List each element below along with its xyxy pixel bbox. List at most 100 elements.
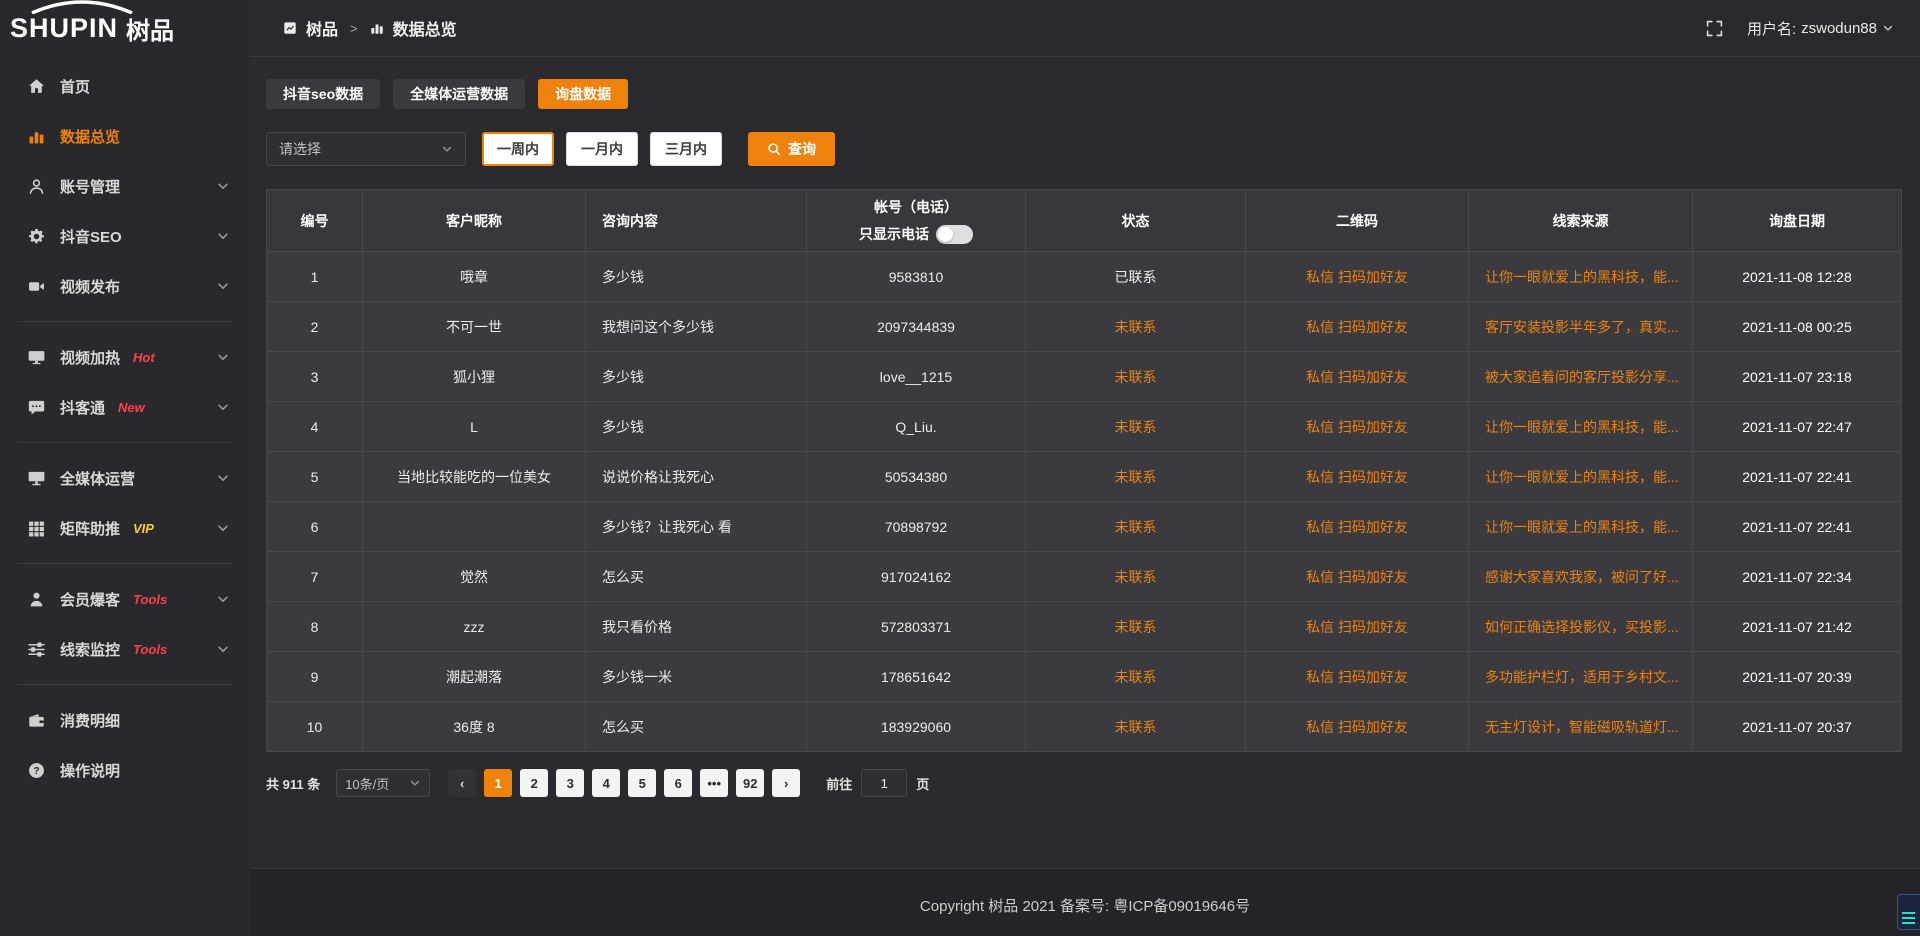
sidebar-item-home[interactable]: 首页 bbox=[0, 61, 250, 111]
logo-arc bbox=[26, 0, 138, 14]
range-one-week-button[interactable]: 一周内 bbox=[482, 132, 554, 166]
cell-content: 说说价格让我死心 bbox=[586, 452, 807, 502]
cell-source-link[interactable]: 感谢大家喜欢我家，被问了好... bbox=[1469, 552, 1693, 602]
cell-source-link[interactable]: 让你一眼就爱上的黑科技，能... bbox=[1469, 252, 1693, 302]
sidebar-divider bbox=[18, 321, 232, 322]
cell-account: 183929060 bbox=[807, 702, 1026, 752]
cell-status: 未联系 bbox=[1026, 552, 1246, 602]
content: 抖音seo数据 全媒体运营数据 询盘数据 请选择 一周内 一月内 三月内 查询 bbox=[250, 57, 1920, 868]
page-5-button[interactable]: 5 bbox=[628, 769, 656, 797]
cell-content: 多少钱 bbox=[586, 252, 807, 302]
table-row: 10 36度 8 怎么买 183929060 未联系 私信 扫码加好友 无主灯设… bbox=[267, 702, 1902, 752]
goto-label: 前往 bbox=[826, 774, 852, 793]
tab-douyin-seo-data[interactable]: 抖音seo数据 bbox=[266, 79, 380, 109]
tab-media-operation-data[interactable]: 全媒体运营数据 bbox=[393, 79, 525, 109]
table-row: 9 潮起潮落 多少钱一米 178651642 未联系 私信 扫码加好友 多功能护… bbox=[267, 652, 1902, 702]
cell-nickname: zzz bbox=[363, 602, 586, 652]
cell-account: 178651642 bbox=[807, 652, 1026, 702]
prev-page-button[interactable]: ‹ bbox=[448, 769, 476, 797]
fullscreen-icon[interactable] bbox=[1706, 20, 1723, 37]
floating-chat-widget[interactable] bbox=[1897, 894, 1920, 930]
brand-logo: SHUPIN 树品 bbox=[0, 0, 250, 57]
range-three-months-button[interactable]: 三月内 bbox=[650, 132, 722, 166]
cell-date: 2021-11-07 21:42 bbox=[1693, 602, 1902, 652]
svg-text:?: ? bbox=[33, 766, 39, 777]
col-status: 状态 bbox=[1026, 190, 1246, 252]
cell-status: 已联系 bbox=[1026, 252, 1246, 302]
topbar-right: 用户名: zswodun88 bbox=[1706, 18, 1894, 39]
account-select[interactable]: 请选择 bbox=[266, 132, 466, 166]
sidebar-item-sliders[interactable]: 线索监控 Tools bbox=[0, 624, 250, 674]
total-count: 共 911 条 bbox=[266, 774, 320, 793]
cell-qrcode-link[interactable]: 私信 扫码加好友 bbox=[1246, 452, 1469, 502]
col-source: 线索来源 bbox=[1469, 190, 1693, 252]
page-3-button[interactable]: 3 bbox=[556, 769, 584, 797]
cell-qrcode-link[interactable]: 私信 扫码加好友 bbox=[1246, 502, 1469, 552]
cell-status: 未联系 bbox=[1026, 302, 1246, 352]
cell-qrcode-link[interactable]: 私信 扫码加好友 bbox=[1246, 352, 1469, 402]
col-account: 帐号（电话） 只显示电话 bbox=[807, 190, 1026, 252]
sidebar-item-wallet[interactable]: 消费明细 bbox=[0, 695, 250, 745]
page-4-button[interactable]: 4 bbox=[592, 769, 620, 797]
sidebar-item-person[interactable]: 会员爆客 Tools bbox=[0, 574, 250, 624]
cell-source-link[interactable]: 无主灯设计，智能磁吸轨道灯... bbox=[1469, 702, 1693, 752]
sidebar-item-display[interactable]: 视频加热 Hot bbox=[0, 332, 250, 382]
goto-page: 前往 页 bbox=[826, 769, 929, 797]
cell-source-link[interactable]: 让你一眼就爱上的黑科技，能... bbox=[1469, 402, 1693, 452]
table-row: 5 当地比较能吃的一位美女 说说价格让我死心 50534380 未联系 私信 扫… bbox=[267, 452, 1902, 502]
cell-source-link[interactable]: 被大家追着问的客厅投影分享... bbox=[1469, 352, 1693, 402]
cell-qrcode-link[interactable]: 私信 扫码加好友 bbox=[1246, 552, 1469, 602]
range-one-month-button[interactable]: 一月内 bbox=[566, 132, 638, 166]
sidebar-item-gear[interactable]: 抖音SEO bbox=[0, 211, 250, 261]
sidebar-item-video[interactable]: 视频发布 bbox=[0, 261, 250, 311]
cell-content: 我想问这个多少钱 bbox=[586, 302, 807, 352]
col-qrcode: 二维码 bbox=[1246, 190, 1469, 252]
cell-source-link[interactable]: 客厅安装投影半年多了，真实... bbox=[1469, 302, 1693, 352]
cell-qrcode-link[interactable]: 私信 扫码加好友 bbox=[1246, 702, 1469, 752]
cell-qrcode-link[interactable]: 私信 扫码加好友 bbox=[1246, 652, 1469, 702]
table-row: 4 L 多少钱 Q_Liu. 未联系 私信 扫码加好友 让你一眼就爱上的黑科技，… bbox=[267, 402, 1902, 452]
goto-page-input[interactable] bbox=[861, 769, 907, 797]
col-nickname: 客户昵称 bbox=[363, 190, 586, 252]
cell-id: 4 bbox=[267, 402, 363, 452]
chat-icon bbox=[28, 399, 45, 416]
badge: Tools bbox=[133, 592, 167, 607]
sidebar-item-monitor[interactable]: 全媒体运营 bbox=[0, 453, 250, 503]
sidebar-item-chart[interactable]: 数据总览 bbox=[0, 111, 250, 161]
cell-qrcode-link[interactable]: 私信 扫码加好友 bbox=[1246, 602, 1469, 652]
cell-source-link[interactable]: 多功能护栏灯，适用于乡村文... bbox=[1469, 652, 1693, 702]
sidebar-item-chat[interactable]: 抖客通 New bbox=[0, 382, 250, 432]
breadcrumb-root[interactable]: 树品 bbox=[306, 16, 338, 40]
search-icon bbox=[767, 142, 781, 156]
username: zswodun88 bbox=[1801, 20, 1877, 37]
cell-source-link[interactable]: 让你一眼就爱上的黑科技，能... bbox=[1469, 452, 1693, 502]
cell-id: 9 bbox=[267, 652, 363, 702]
next-page-button[interactable]: › bbox=[772, 769, 800, 797]
sidebar-item-question[interactable]: ? 操作说明 bbox=[0, 745, 250, 795]
query-button[interactable]: 查询 bbox=[748, 132, 835, 166]
sidebar-item-grid[interactable]: 矩阵助推 VIP bbox=[0, 503, 250, 553]
cell-qrcode-link[interactable]: 私信 扫码加好友 bbox=[1246, 402, 1469, 452]
chevron-down-icon bbox=[216, 642, 230, 656]
cell-qrcode-link[interactable]: 私信 扫码加好友 bbox=[1246, 252, 1469, 302]
gear-icon bbox=[28, 228, 45, 245]
sidebar-menu: 首页 数据总览 账号管理 抖音SEO 视频发布 视频加热 Hot 抖客通 New… bbox=[0, 57, 250, 795]
cell-id: 2 bbox=[267, 302, 363, 352]
user-menu[interactable]: 用户名: zswodun88 bbox=[1747, 18, 1894, 39]
page-2-button[interactable]: 2 bbox=[520, 769, 548, 797]
phone-only-toggle[interactable] bbox=[936, 225, 973, 244]
sidebar-item-user[interactable]: 账号管理 bbox=[0, 161, 250, 211]
tab-inquiry-data[interactable]: 询盘数据 bbox=[538, 79, 628, 109]
cell-source-link[interactable]: 让你一眼就爱上的黑科技，能... bbox=[1469, 502, 1693, 552]
cell-source-link[interactable]: 如何正确选择投影仪，买投影... bbox=[1469, 602, 1693, 652]
cell-nickname: 不可一世 bbox=[363, 302, 586, 352]
cell-status: 未联系 bbox=[1026, 652, 1246, 702]
cell-qrcode-link[interactable]: 私信 扫码加好友 bbox=[1246, 302, 1469, 352]
page-1-button[interactable]: 1 bbox=[484, 769, 512, 797]
breadcrumb-current: 数据总览 bbox=[393, 16, 457, 40]
page-6-button[interactable]: 6 bbox=[664, 769, 692, 797]
chart-icon bbox=[28, 128, 45, 145]
page-size-select[interactable]: 10条/页 bbox=[336, 769, 430, 797]
page-ellipsis-button[interactable]: ••• bbox=[700, 769, 728, 797]
page-92-button[interactable]: 92 bbox=[736, 769, 764, 797]
